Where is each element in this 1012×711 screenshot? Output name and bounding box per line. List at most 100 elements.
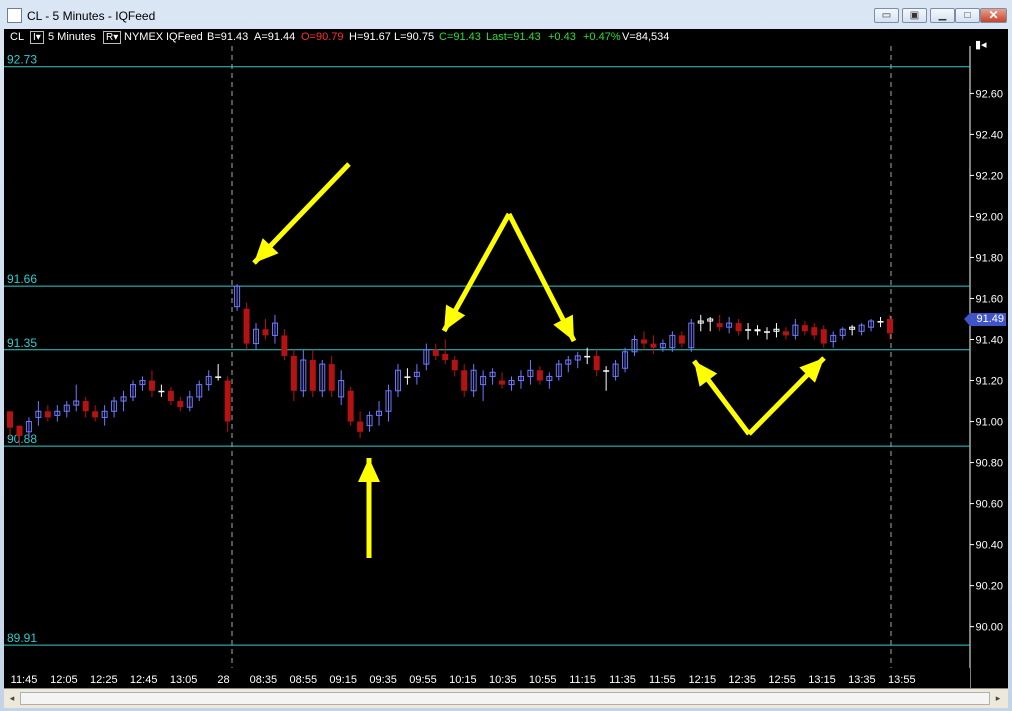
maximize-button[interactable]: □	[955, 8, 980, 23]
candle-body[interactable]	[811, 327, 818, 336]
symbol-info-bar: CL I▾ 5 Minutes R▾ NYMEX IQFeed B=91.43 …	[4, 29, 1008, 46]
horizontal-scrollbar[interactable]	[20, 692, 990, 705]
candlestick-chart[interactable]: 92.7391.6691.3590.8889.9192.6092.4092.20…	[4, 46, 1008, 688]
range-dropdown[interactable]: R▾	[103, 31, 122, 44]
axis-scale-button[interactable]: ▮◂	[975, 38, 995, 52]
change-pct-value: +0.47%	[583, 31, 621, 43]
candle-body[interactable]	[650, 343, 657, 348]
high-value: H=91.67	[349, 31, 391, 43]
x-tick-label: 09:35	[369, 674, 397, 686]
level-label: 92.73	[7, 53, 37, 67]
minimize-button[interactable]: ▁	[930, 8, 955, 23]
symbol-label[interactable]: CL	[10, 31, 24, 43]
candle-body[interactable]	[678, 335, 685, 344]
x-tick-label: 08:35	[250, 674, 278, 686]
tile-button[interactable]: ▣	[902, 8, 927, 23]
candle-body[interactable]	[328, 364, 335, 391]
candle-body[interactable]	[148, 380, 155, 391]
y-tick-label: 90.80	[975, 458, 1003, 470]
candle-body[interactable]	[763, 331, 770, 333]
candle-body[interactable]	[451, 360, 458, 371]
level-label: 91.35	[7, 336, 37, 350]
candle-body[interactable]	[536, 370, 543, 381]
candle-body[interactable]	[442, 353, 449, 361]
candle-body[interactable]	[432, 349, 439, 356]
candle-body[interactable]	[243, 308, 250, 344]
candle-body[interactable]	[7, 411, 13, 428]
close-value: C=91.43	[439, 31, 481, 43]
x-tick-label: 11:55	[649, 674, 676, 686]
restore-down-button[interactable]: ▭	[874, 8, 899, 23]
y-tick-label: 90.60	[975, 499, 1003, 511]
candle-body[interactable]	[584, 355, 591, 358]
candle-body[interactable]	[820, 329, 827, 344]
candle-body[interactable]	[347, 390, 354, 422]
candle-body[interactable]	[44, 411, 51, 418]
x-tick-label: 12:45	[130, 674, 158, 686]
candle-body[interactable]	[357, 421, 364, 432]
interval-dropdown[interactable]: I▾	[30, 31, 44, 44]
candle-body[interactable]	[16, 425, 23, 436]
candle-body[interactable]	[461, 370, 468, 391]
x-tick-label: 09:55	[409, 674, 437, 686]
interval-label[interactable]: 5 Minutes	[48, 31, 96, 43]
x-tick-label: 11:15	[569, 674, 596, 686]
y-tick-label: 91.00	[975, 417, 1003, 429]
candle-body[interactable]	[593, 355, 600, 371]
annotation-arrowhead	[694, 361, 718, 387]
last-value: Last=91.43	[486, 31, 541, 43]
scroll-right-arrow[interactable]: ▸	[992, 692, 1004, 705]
candle-body[interactable]	[158, 390, 165, 393]
window-title: CL - 5 Minutes - IQFeed	[27, 9, 156, 23]
scroll-bar-area: ◂ ▸	[4, 688, 1008, 708]
y-tick-label: 90.20	[975, 581, 1003, 593]
x-tick-label: 09:15	[329, 674, 357, 686]
x-tick-label: 12:25	[90, 674, 118, 686]
candle-body[interactable]	[177, 401, 184, 408]
level-label: 89.91	[7, 631, 37, 645]
x-tick-label: 13:05	[170, 674, 198, 686]
y-tick-label: 92.00	[975, 211, 1003, 223]
x-tick-label: 12:55	[768, 674, 796, 686]
candle-body[interactable]	[309, 360, 316, 391]
candle-body[interactable]	[215, 376, 222, 378]
candle-body[interactable]	[716, 323, 723, 328]
candle-body[interactable]	[499, 380, 506, 385]
x-tick-label: 13:15	[808, 674, 836, 686]
candle-body[interactable]	[224, 380, 231, 422]
y-tick-label: 90.40	[975, 540, 1003, 552]
candle-body[interactable]	[603, 370, 610, 372]
candle-body[interactable]	[167, 390, 174, 402]
candle-body[interactable]	[754, 329, 761, 332]
scroll-left-arrow[interactable]: ◂	[6, 692, 18, 705]
volume-value: V=84,534	[622, 31, 670, 43]
candle-body[interactable]	[877, 321, 884, 323]
close-button[interactable]: ✕	[980, 8, 1007, 23]
candle-body[interactable]	[281, 335, 288, 356]
candle-body[interactable]	[92, 411, 99, 418]
candle-body[interactable]	[887, 318, 893, 334]
candle-body[interactable]	[735, 323, 742, 332]
x-tick-label: 28	[217, 674, 229, 686]
candle-body[interactable]	[745, 329, 752, 331]
x-tick-label: 12:15	[689, 674, 717, 686]
candle-body[interactable]	[782, 331, 789, 336]
low-value: L=90.75	[394, 31, 435, 43]
open-value: O=90.79	[301, 31, 344, 43]
y-tick-label: 91.20	[975, 376, 1003, 388]
candle-body[interactable]	[262, 329, 269, 336]
x-tick-label: 10:35	[489, 674, 517, 686]
chart-window: CL - 5 Minutes - IQFeed ▭ ▣ ▁ □ ✕ CL I▾ …	[0, 0, 1012, 711]
y-tick-label: 91.80	[975, 252, 1003, 264]
y-tick-label: 91.60	[975, 293, 1003, 305]
candle-body[interactable]	[82, 401, 89, 412]
candle-body[interactable]	[801, 325, 808, 332]
candle-body[interactable]	[404, 376, 411, 378]
candle-body[interactable]	[290, 355, 297, 391]
feed-label: IQFeed	[166, 31, 203, 43]
title-bar[interactable]: CL - 5 Minutes - IQFeed ▭ ▣ ▁ □ ✕	[0, 0, 1012, 30]
candle-body[interactable]	[640, 339, 647, 344]
x-tick-label: 13:55	[888, 674, 916, 686]
ask-value: A=91.44	[254, 31, 296, 43]
price-chart[interactable]: 92.73 91.66 91.35 90.88 89.91 92.60 92.40 92.20…	[4, 46, 1008, 688]
